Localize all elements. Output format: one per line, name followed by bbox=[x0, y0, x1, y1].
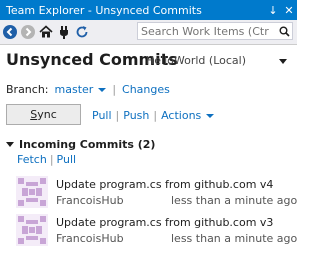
search-work-items bbox=[137, 22, 293, 40]
branch-label: Branch: bbox=[6, 83, 49, 96]
commit-message: Update program.cs from github.com v3 bbox=[56, 216, 274, 229]
sync-actions-row: Pull | Push | Actions bbox=[92, 109, 215, 122]
divider: | bbox=[153, 109, 158, 122]
push-link[interactable]: Push bbox=[123, 109, 149, 122]
commit-author: FrancoisHub bbox=[56, 232, 124, 245]
changes-link[interactable]: Changes bbox=[122, 83, 170, 96]
avatar-identicon-icon bbox=[16, 176, 48, 208]
chevron-down-icon bbox=[98, 88, 107, 92]
avatar-identicon-icon bbox=[16, 214, 48, 246]
commit-message: Update program.cs from github.com v4 bbox=[56, 178, 274, 191]
divider: | bbox=[112, 83, 117, 96]
forward-icon[interactable] bbox=[19, 22, 36, 42]
collapse-triangle-icon bbox=[6, 142, 14, 147]
branch-value: master bbox=[54, 83, 94, 96]
refresh-icon[interactable] bbox=[73, 22, 90, 42]
repository-name: HelloWorld (Local) bbox=[146, 54, 246, 67]
commit-row[interactable]: Update program.cs from github.com v3 Fra… bbox=[12, 212, 297, 248]
branch-dropdown[interactable]: master bbox=[55, 83, 107, 96]
sync-button[interactable]: Sync bbox=[6, 104, 81, 125]
incoming-commits-header[interactable]: Incoming Commits (2) bbox=[6, 138, 155, 151]
close-icon[interactable]: ✕ bbox=[281, 4, 297, 17]
chevron-down-icon bbox=[206, 114, 215, 118]
pin-icon[interactable]: ↓ bbox=[265, 4, 281, 17]
incoming-links: Fetch | Pull bbox=[17, 153, 76, 166]
toolbar bbox=[0, 20, 297, 45]
incoming-pull-link[interactable]: Pull bbox=[57, 153, 77, 166]
incoming-commits-title: Incoming Commits (2) bbox=[19, 138, 156, 151]
pull-link[interactable]: Pull bbox=[92, 109, 112, 122]
commit-row[interactable]: Update program.cs from github.com v4 Fra… bbox=[12, 174, 297, 210]
search-icon[interactable] bbox=[276, 26, 292, 37]
divider: | bbox=[49, 153, 54, 166]
window-title-bar: Team Explorer - Unsynced Commits ↓ ✕ bbox=[0, 0, 297, 20]
fetch-link[interactable]: Fetch bbox=[17, 153, 47, 166]
divider: | bbox=[115, 109, 120, 122]
actions-label: Actions bbox=[161, 109, 202, 122]
sync-label-rest: ync bbox=[37, 108, 57, 121]
connect-icon[interactable] bbox=[55, 22, 72, 42]
sync-access-key: S bbox=[30, 108, 38, 121]
commit-author: FrancoisHub bbox=[56, 194, 124, 207]
search-input[interactable] bbox=[138, 24, 276, 38]
page-menu-chevron-down-icon[interactable] bbox=[279, 59, 287, 64]
actions-dropdown[interactable]: Actions bbox=[161, 109, 215, 122]
commit-time: less than a minute ago bbox=[171, 194, 298, 207]
commit-time: less than a minute ago bbox=[171, 232, 298, 245]
back-icon[interactable] bbox=[1, 22, 18, 42]
home-icon[interactable] bbox=[37, 22, 54, 42]
window-title: Team Explorer - Unsynced Commits bbox=[6, 3, 202, 17]
branch-row: Branch: master | Changes bbox=[6, 83, 170, 96]
